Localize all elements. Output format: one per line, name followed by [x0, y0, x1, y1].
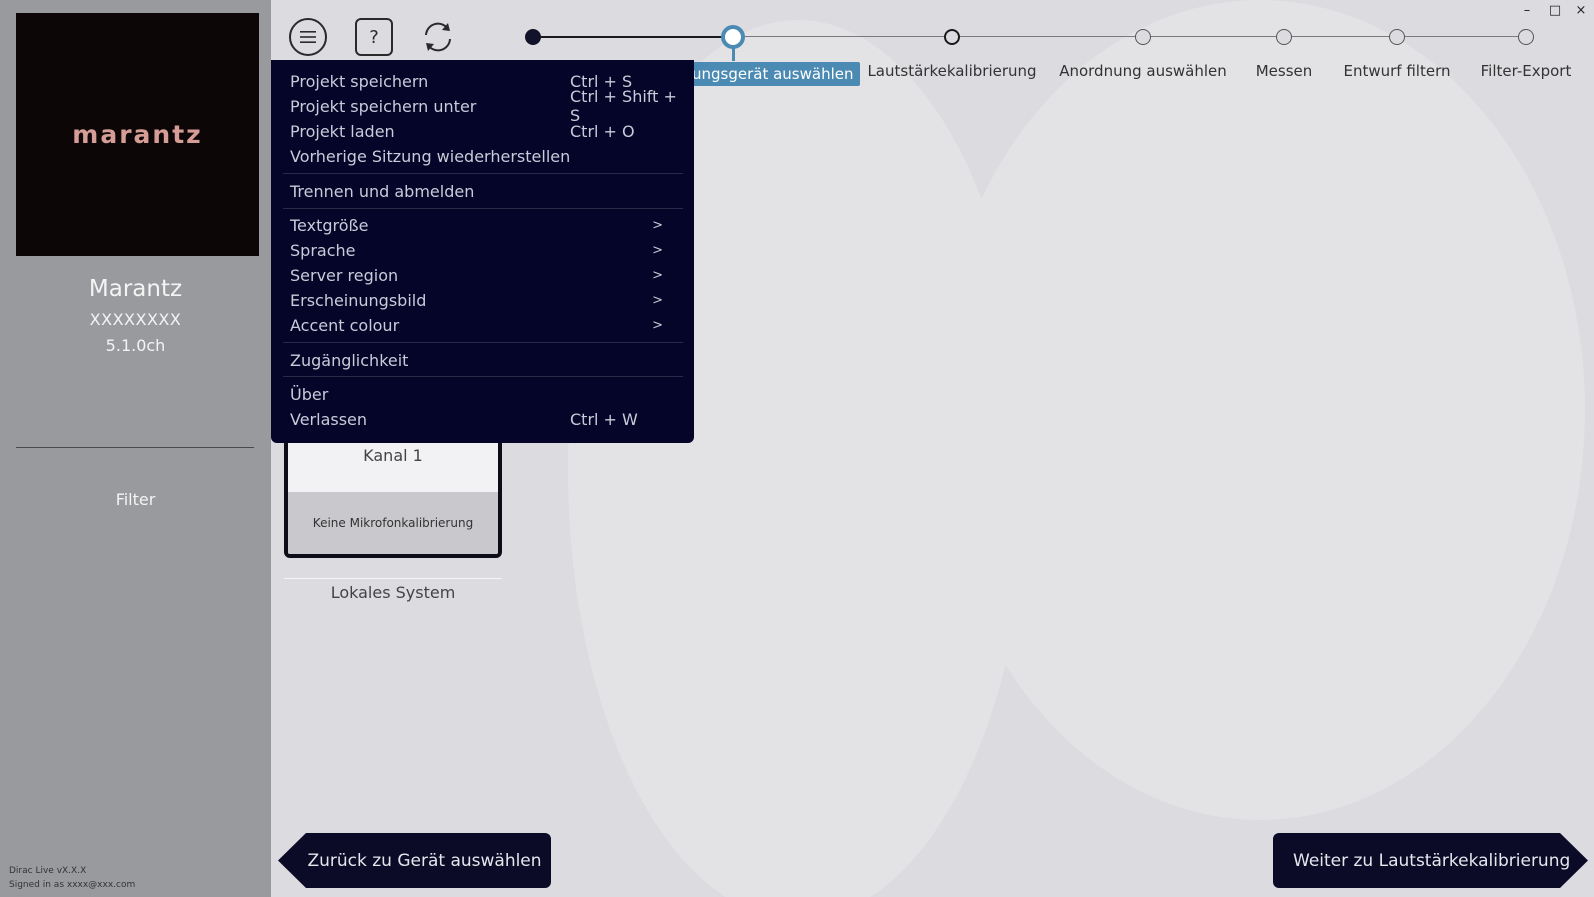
menu-item-label: Projekt laden — [290, 121, 395, 141]
menu-item-disconnect-logout[interactable]: Trennen und abmelden — [290, 179, 680, 203]
device-serial: XXXXXXXX — [89, 310, 182, 329]
menu-item-label: Verlassen — [290, 409, 368, 429]
local-system-label: Lokales System — [330, 583, 456, 602]
menu-item-accent-colour[interactable]: Accent colour > — [290, 313, 680, 337]
step-current-stem — [732, 48, 735, 61]
menu-item-shortcut: Ctrl + W — [570, 409, 638, 429]
submenu-arrow-icon: > — [652, 242, 663, 258]
step-label-arrangement[interactable]: Anordnung auswählen — [1059, 62, 1227, 80]
step-label-current[interactable]: ungsgerät auswählen — [686, 62, 860, 86]
menu-item-text-size[interactable]: Textgröße > — [290, 213, 680, 237]
signed-in-text: Signed in as xxxx@xxx.com — [9, 880, 136, 890]
channel-name: Kanal 1 — [363, 446, 423, 465]
main-menu-dropdown: Projekt speichern Ctrl + S Projekt speic… — [271, 60, 694, 443]
step-dot-7[interactable] — [1518, 29, 1534, 45]
menu-item-load-project[interactable]: Projekt laden Ctrl + O — [290, 119, 680, 143]
menu-separator — [283, 342, 683, 343]
step-label-measure[interactable]: Messen — [1256, 62, 1313, 80]
back-button[interactable]: Zurück zu Gerät auswählen — [278, 833, 551, 888]
channel-card[interactable]: Kanal 1 Keine Mikrofonkalibrierung — [284, 438, 502, 558]
menu-button[interactable] — [289, 18, 327, 56]
step-label-volume[interactable]: Lautstärkekalibrierung — [867, 62, 1036, 80]
menu-item-language[interactable]: Sprache > — [290, 238, 680, 262]
back-button-label: Zurück zu Gerät auswählen — [307, 850, 542, 871]
mic-calibration-status: Keine Mikrofonkalibrierung — [288, 492, 498, 554]
next-button-label: Weiter zu Lautstärkekalibrierung — [1293, 850, 1571, 871]
device-logo: marantz — [16, 13, 259, 256]
step-dot-2[interactable] — [721, 25, 745, 49]
step-dot-5[interactable] — [1276, 29, 1292, 45]
device-name: Marantz — [88, 276, 183, 302]
device-channels: 5.1.0ch — [105, 336, 166, 355]
menu-separator — [283, 173, 683, 174]
step-dot-3[interactable] — [944, 29, 960, 45]
help-button[interactable]: ? — [355, 18, 393, 56]
menu-item-restore-session[interactable]: Vorherige Sitzung wiederherstellen — [290, 144, 680, 168]
menu-item-server-region[interactable]: Server region > — [290, 263, 680, 287]
submenu-arrow-icon: > — [652, 217, 663, 233]
menu-separator — [283, 376, 683, 377]
step-dot-4[interactable] — [1135, 29, 1151, 45]
background-petal — [935, 0, 1585, 820]
menu-item-shortcut: Ctrl + O — [570, 121, 635, 141]
version-text: Dirac Live vX.X.X — [9, 866, 87, 876]
menu-item-label: Server region — [290, 265, 399, 285]
hamburger-icon — [300, 31, 316, 43]
menu-item-label: Vorherige Sitzung wiederherstellen — [290, 146, 571, 166]
step-label-filter-design[interactable]: Entwurf filtern — [1344, 62, 1451, 80]
submenu-arrow-icon: > — [652, 267, 663, 283]
menu-item-label: Über — [290, 384, 329, 404]
help-icon: ? — [369, 26, 379, 48]
refresh-button[interactable] — [419, 18, 457, 56]
step-label-filter-export[interactable]: Filter-Export — [1481, 62, 1572, 80]
submenu-arrow-icon: > — [652, 317, 663, 333]
refresh-icon — [425, 22, 451, 52]
logo-text: marantz — [72, 120, 203, 149]
step-dot-1[interactable] — [525, 29, 541, 45]
menu-item-label: Erscheinungsbild — [290, 290, 427, 310]
sidebar-divider — [16, 447, 254, 448]
menu-item-label: Sprache — [290, 240, 356, 260]
menu-item-appearance[interactable]: Erscheinungsbild > — [290, 288, 680, 312]
next-button[interactable]: Weiter zu Lautstärkekalibrierung — [1273, 833, 1588, 888]
menu-item-label: Projekt speichern — [290, 71, 429, 91]
submenu-arrow-icon: > — [652, 292, 663, 308]
maximize-button[interactable]: □ — [1545, 2, 1565, 18]
menu-item-label: Zugänglichkeit — [290, 350, 409, 370]
menu-item-label: Accent colour — [290, 315, 400, 335]
menu-item-label: Textgröße — [290, 215, 369, 235]
menu-item-accessibility[interactable]: Zugänglichkeit — [290, 348, 680, 372]
local-system-divider — [284, 578, 502, 579]
close-button[interactable]: × — [1571, 2, 1591, 18]
minimize-button[interactable]: – — [1517, 2, 1537, 18]
sidebar: marantz Marantz XXXXXXXX 5.1.0ch Filter … — [0, 0, 271, 897]
menu-item-about[interactable]: Über — [290, 382, 680, 406]
menu-item-save-project-as[interactable]: Projekt speichern unter Ctrl + Shift + S — [290, 87, 680, 125]
menu-item-label: Trennen und abmelden — [290, 181, 475, 201]
menu-separator — [283, 208, 683, 209]
menu-item-exit[interactable]: Verlassen Ctrl + W — [290, 407, 680, 431]
stepper-track-complete — [531, 36, 734, 38]
sidebar-item-filter[interactable]: Filter — [0, 490, 271, 509]
menu-item-label: Projekt speichern unter — [290, 96, 477, 116]
step-dot-6[interactable] — [1389, 29, 1405, 45]
